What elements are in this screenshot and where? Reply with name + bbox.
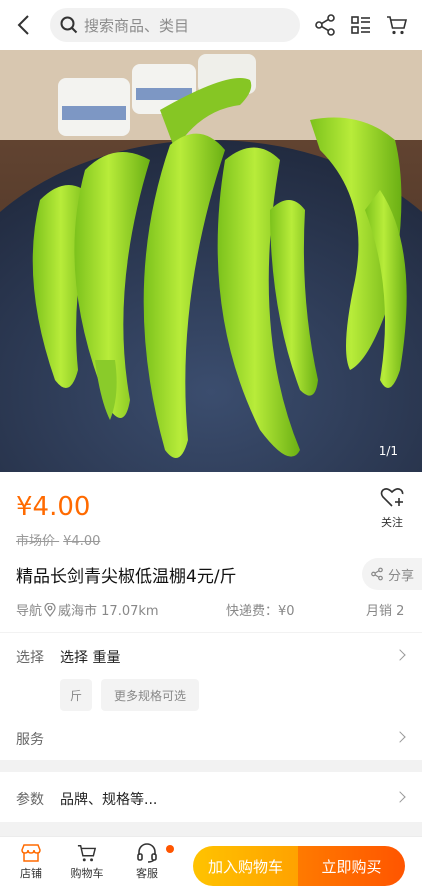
- add-to-cart-button[interactable]: 加入购物车: [193, 846, 298, 886]
- cart-icon[interactable]: [385, 13, 409, 37]
- market-price-label: 市场价: [16, 534, 56, 549]
- product-title: 精品长剑青尖椒低温棚4元/斤: [16, 567, 237, 587]
- follow-label: 关注: [381, 516, 403, 529]
- spec-label: 选择: [16, 650, 44, 666]
- headset-icon: [137, 843, 157, 863]
- spec-select-row[interactable]: 选择 选择 重量: [0, 633, 422, 677]
- cart-icon: [77, 845, 97, 862]
- params-label: 参数: [16, 792, 44, 808]
- store-icon: [21, 844, 41, 862]
- params-row[interactable]: 参数 品牌、规格等...: [0, 772, 422, 822]
- share-button[interactable]: 分享: [362, 558, 422, 590]
- cart-tab[interactable]: 购物车: [64, 843, 110, 881]
- shop-label: 店铺: [20, 867, 42, 880]
- spec-value: 选择 重量: [60, 650, 121, 666]
- monthly-sales: 月销 2: [366, 604, 405, 619]
- search-placeholder: 搜索商品、类目: [84, 16, 190, 35]
- market-price: ¥4.00: [63, 534, 101, 549]
- share-icon[interactable]: [313, 13, 337, 37]
- follow-button[interactable]: 关注: [376, 486, 408, 530]
- back-button[interactable]: [0, 0, 46, 50]
- bottom-action-bar: 店铺 购物车 客服 加入购物车 立即购买: [0, 836, 422, 892]
- list-menu-icon[interactable]: [349, 13, 373, 37]
- spec-card: 选择 选择 重量 斤 更多规格可选 服务: [0, 632, 422, 760]
- chevron-right-icon: [394, 649, 406, 661]
- nav-label: 导航: [16, 604, 43, 619]
- customer-service-tab[interactable]: 客服: [124, 843, 170, 881]
- search-box[interactable]: 搜索商品、类目: [50, 8, 300, 42]
- image-counter: 1/1: [378, 444, 398, 458]
- share-icon: [371, 567, 383, 581]
- product-info-card: ¥4.00 市场价 ¥4.00 关注 精品长剑青尖椒低温棚4元/斤 分享 导航 …: [0, 472, 422, 632]
- buy-now-button[interactable]: 立即购买: [298, 846, 405, 886]
- shop-tab[interactable]: 店铺: [8, 843, 54, 881]
- service-tab-label: 客服: [136, 867, 158, 880]
- location-distance: 威海市 17.07km: [58, 604, 159, 619]
- spec-option-jin[interactable]: 斤: [60, 679, 92, 711]
- top-bar: 搜索商品、类目: [0, 0, 422, 50]
- service-row[interactable]: 服务: [0, 721, 422, 757]
- cart-label: 购物车: [70, 867, 104, 880]
- chevron-right-icon: [394, 791, 406, 803]
- product-image[interactable]: 1/1: [0, 50, 422, 472]
- notification-dot: [166, 845, 174, 853]
- price: ¥4.00: [16, 492, 91, 522]
- chevron-left-icon: [17, 15, 29, 35]
- location-pin-icon: [44, 602, 56, 617]
- shipping-fee: 快递费：¥0: [226, 604, 295, 619]
- service-label: 服务: [16, 732, 44, 748]
- chevron-right-icon: [394, 731, 406, 743]
- more-specs-chip[interactable]: 更多规格可选: [101, 679, 199, 711]
- market-price-row: 市场价 ¥4.00: [16, 530, 100, 549]
- product-photo: [0, 50, 422, 472]
- search-icon: [60, 16, 78, 34]
- navigation-link[interactable]: 导航 威海市 17.07km: [16, 600, 159, 619]
- params-value: 品牌、规格等...: [60, 792, 158, 808]
- heart-plus-icon: [380, 488, 404, 507]
- share-label: 分享: [388, 568, 415, 584]
